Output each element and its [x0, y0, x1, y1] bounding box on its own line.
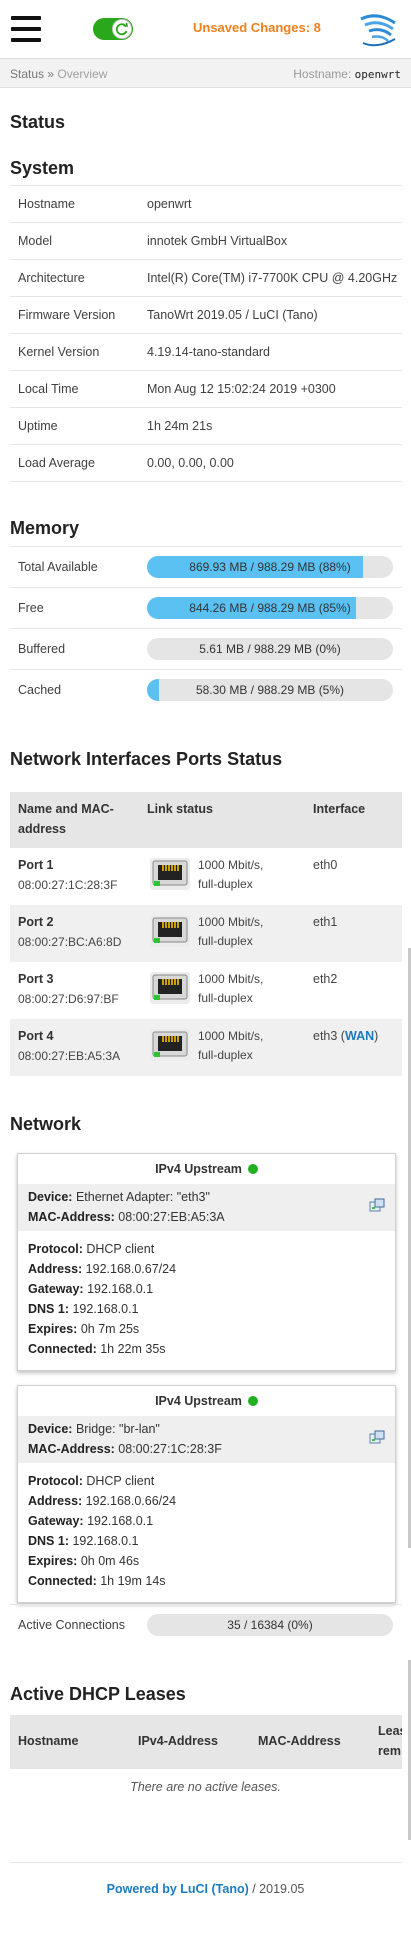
menu-icon[interactable]	[11, 16, 41, 42]
ipv4-upstream-card: IPv4 Upstream Device: Ethernet Adapter: "…	[17, 1153, 396, 1371]
breadcrumb-overview: Overview	[57, 67, 108, 81]
port-interface: eth2	[313, 972, 338, 986]
system-label: Model	[18, 234, 53, 248]
ports-table-header: Name and MAC- address Link status Interf…	[10, 792, 402, 848]
system-value: 4.19.14-tano-standard	[147, 345, 271, 359]
ethernet-port-icon	[150, 915, 190, 947]
hostname-value: openwrt	[354, 68, 401, 81]
ethernet-port-icon	[150, 858, 190, 890]
status-dot-icon	[247, 1164, 258, 1174]
system-label: Firmware Version	[18, 308, 116, 322]
system-value: TanoWrt 2019.05 / LuCI (Tano)	[147, 308, 318, 322]
breadcrumb-status[interactable]: Status	[10, 67, 44, 81]
system-value: 0.00, 0.00, 0.00	[147, 456, 234, 470]
memory-title: Memory	[10, 518, 80, 538]
memory-label: Free	[18, 601, 44, 615]
active-connections-label: Active Connections	[18, 1618, 126, 1632]
port-row: Port 4 08:00:27:EB:A5:3A 1000 Mbit/s, full-…	[10, 1019, 402, 1076]
system-label: Kernel Version	[18, 345, 100, 359]
ports-title: Network Interfaces Ports Status	[10, 749, 283, 769]
network-title: Network	[10, 1114, 82, 1134]
dhcp-empty-message: There are no active leases.	[130, 1780, 281, 1794]
memory-bar: 844.26 MB / 988.29 MB (85%)	[147, 597, 393, 619]
port-row: Port 1 08:00:27:1C:28:3F 1000 Mbit/s, full-…	[10, 848, 402, 905]
system-label: Uptime	[18, 419, 58, 433]
system-label: Architecture	[18, 271, 85, 285]
system-value: openwrt	[147, 197, 192, 211]
system-value: 1h 24m 21s	[147, 419, 213, 433]
dhcp-table-header: Hostname IPv4-Address MAC-Address Leas r…	[10, 1715, 402, 1769]
system-label: Hostname	[18, 197, 75, 211]
memory-label: Cached	[18, 683, 62, 697]
dhcp-title: Active DHCP Leases	[10, 1684, 186, 1704]
port-interface: eth1	[313, 915, 338, 929]
header-bar: Unsaved Changes: 8	[0, 0, 411, 59]
memory-bar: 58.30 MB / 988.29 MB (5%)	[147, 679, 393, 701]
system-title: System	[10, 158, 75, 178]
hostname-label: Hostname:	[293, 67, 352, 81]
active-connections-bar: 35 / 16384 (0%)	[147, 1614, 393, 1636]
footer: Powered by LuCI (Tano) / 2019.05	[106, 1882, 305, 1896]
memory-bar: 869.93 MB / 988.29 MB (88%)	[147, 556, 393, 578]
system-label: Local Time	[18, 382, 79, 396]
auto-refresh-toggle[interactable]	[93, 18, 133, 40]
system-label: Load Average	[18, 456, 95, 470]
status-dot-icon	[247, 1396, 258, 1406]
ethernet-port-icon	[150, 972, 190, 1004]
refresh-icon	[112, 19, 132, 39]
port-row: Port 2 08:00:27:BC:A6:8D 1000 Mbit/s, full-…	[10, 905, 402, 962]
luci-logo-icon	[355, 13, 399, 49]
breadcrumb: Status » Overview Hostname: openwrt	[0, 59, 411, 88]
port-interface: eth3 (WAN)	[313, 1029, 379, 1043]
wan-link[interactable]: WAN	[345, 1029, 374, 1043]
unsaved-changes-link[interactable]: Unsaved Changes: 8	[193, 20, 321, 35]
memory-bar: 5.61 MB / 988.29 MB (0%)	[147, 638, 393, 660]
bridge-icon	[369, 1430, 385, 1446]
ipv4-upstream-card: IPv4 Upstream Device: Bridge: "br-lan" MAC…	[17, 1385, 396, 1603]
ethernet-port-icon	[150, 1029, 190, 1061]
page-title: Status	[10, 112, 66, 132]
luci-link[interactable]: Powered by LuCI (Tano)	[107, 1882, 249, 1896]
port-interface: eth0	[313, 858, 338, 872]
port-row: Port 3 08:00:27:D6:97:BF 1000 Mbit/s, full-…	[10, 962, 402, 1019]
memory-label: Total Available	[18, 560, 98, 574]
system-value: Intel(R) Core(TM) i7-7700K CPU @ 4.20GHz	[147, 271, 398, 285]
ethernet-adapter-icon	[369, 1198, 385, 1214]
system-value: Mon Aug 12 15:02:24 2019 +0300	[147, 382, 336, 396]
system-value: innotek GmbH VirtualBox	[147, 234, 288, 248]
memory-label: Buffered	[18, 642, 66, 656]
